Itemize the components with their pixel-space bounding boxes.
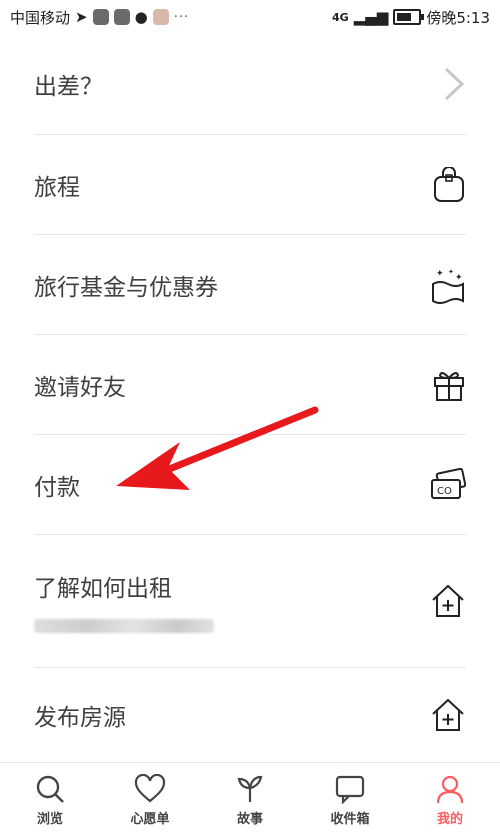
menu-item-label: 了解如何出租 [34,576,172,602]
tab-label: 浏览 [36,811,63,827]
notes-icon [152,9,169,25]
profile-icon [436,775,464,803]
blurred-subtitle [34,619,214,633]
tab-stories[interactable]: 故事 [210,774,290,827]
annotation-arrow [110,406,330,500]
battery-icon [393,9,425,25]
search-icon [36,775,64,803]
house-plus-icon [430,697,466,733]
heart-icon [134,773,166,802]
menu-item-list-space[interactable]: 发布房源 [34,668,466,762]
menu-item-label: 付款 [34,474,80,501]
tab-inbox[interactable]: 收件箱 [310,774,390,827]
signal-icon: ▂▄▆ [353,8,389,26]
svg-text:✦: ✦ [455,273,463,283]
chat-icon: ● [134,8,148,26]
tab-wishlist[interactable]: 心愿单 [110,773,190,827]
tab-label: 收件箱 [330,811,370,827]
message-icon [335,775,365,804]
network-type: 4G [332,10,349,24]
sprout-icon [237,775,263,802]
telegram-icon: ➤ [75,8,88,26]
menu-item-travel-fund[interactable]: 旅行基金与优惠券 ✦ ✦ ✦ [34,235,466,335]
tab-label: 我的 [436,811,463,827]
status-left: 中国移动 ➤ ● ··· [10,7,189,28]
tiktok-icon [92,9,109,25]
tab-explore[interactable]: 浏览 [10,774,90,827]
time-label: 傍晚5:13 [426,8,490,27]
menu-item-label: 出差？ [34,74,103,100]
tab-label: 心愿单 [130,811,170,827]
sparkle-fund-icon: ✦ ✦ ✦ [430,266,466,304]
gift-icon [432,368,466,402]
menu-item-label: 旅程 [34,174,80,201]
status-bar: 中国移动 ➤ ● ··· 4G ▂▄▆ 傍晚5:13 [0,0,500,34]
bottom-tab-bar: 浏览 心愿单 故事 收件箱 我的 [0,762,500,837]
svg-text:✦: ✦ [448,268,454,276]
menu-item-trips[interactable]: 旅程 [34,135,466,235]
tab-label: 故事 [236,811,263,827]
menu-item-business-trip[interactable]: 出差？ [34,34,466,135]
status-right: 4G ▂▄▆ 傍晚5:13 [332,7,490,28]
bag-icon [432,166,466,203]
cash-card-icon: CO [430,467,466,502]
menu-item-label: 邀请好友 [34,374,126,401]
app-icon [113,9,130,25]
svg-text:CO: CO [437,486,452,497]
svg-text:✦: ✦ [436,269,444,279]
menu-item-text-group: 了解如何出租 [34,569,214,633]
menu-item-label: 旅行基金与优惠券 [34,274,218,301]
carrier-label: 中国移动 [10,8,71,27]
menu-item-label: 发布房源 [34,705,126,731]
more-dots: ··· [173,9,190,25]
tab-profile[interactable]: 我的 [410,774,490,827]
chevron-right-icon [442,66,466,102]
house-plus-icon [430,583,466,619]
menu-item-learn-hosting[interactable]: 了解如何出租 [34,535,466,668]
